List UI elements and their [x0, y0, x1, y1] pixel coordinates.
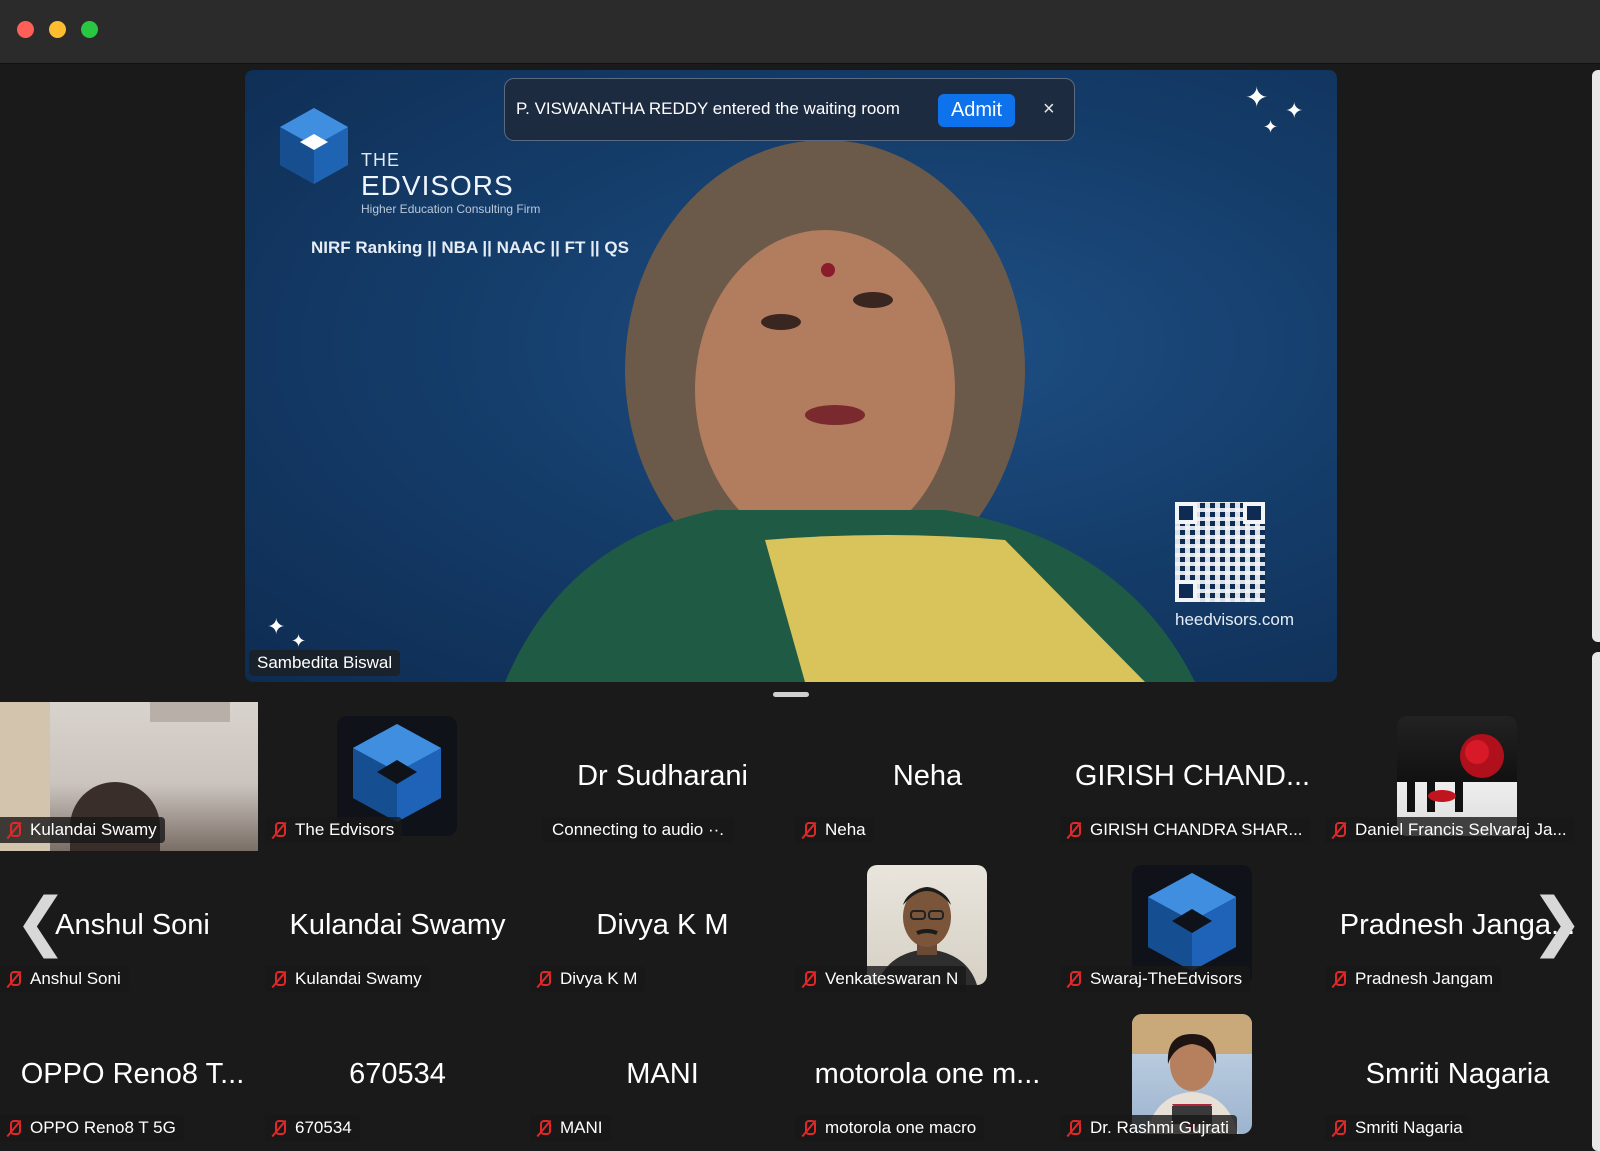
participant-display-name: Dr Sudharani [577, 760, 748, 792]
participant-tile[interactable]: Dr Sudharani Connecting to audio ··. [530, 702, 795, 851]
participant-tile[interactable]: Dr. Rashmi Gujrati [1060, 1000, 1325, 1149]
speaker-name-tag: Sambedita Biswal [249, 650, 401, 676]
participant-name: GIRISH CHANDRA SHAR... [1090, 820, 1303, 839]
participant-name: motorola one macro [825, 1118, 977, 1137]
participant-name-label: Neha [795, 817, 874, 843]
side-panel-edge [1592, 70, 1600, 642]
mic-muted-icon [271, 1119, 287, 1137]
participant-display-name: MANI [626, 1058, 699, 1090]
waiting-room-notification: P. VISWANATHA REDDY entered the waiting … [504, 78, 1075, 141]
participant-gallery: Kulandai Swamy The Edvisors Dr Sudharani… [0, 702, 1590, 1151]
close-icon[interactable]: × [1043, 98, 1055, 121]
active-speaker-video[interactable]: THE EDVISORS Higher Education Consulting… [245, 70, 1337, 682]
participant-name-label: Venkateswaran N [795, 966, 967, 992]
mic-muted-icon [6, 970, 22, 988]
speaker-silhouette [505, 140, 1195, 682]
minimize-window-button[interactable] [49, 21, 66, 38]
participant-display-name: Neha [892, 760, 963, 792]
participant-tile[interactable]: Kulandai Swamy Kulandai Swamy [265, 851, 530, 1000]
website-text: heedvisors.com [1175, 610, 1295, 629]
participant-name: Neha [825, 820, 866, 839]
next-page-icon[interactable]: ❯ [1530, 890, 1584, 954]
participant-name: Anshul Soni [30, 969, 121, 988]
mic-muted-icon [801, 821, 817, 839]
participant-name-label: The Edvisors [265, 817, 403, 843]
participant-tile[interactable]: OPPO Reno8 T... OPPO Reno8 T 5G [0, 1000, 265, 1149]
participant-name-label: motorola one macro [795, 1115, 985, 1141]
close-window-button[interactable] [17, 21, 34, 38]
participant-name: Swaraj-TheEdvisors [1090, 969, 1243, 988]
mic-muted-icon [1066, 1119, 1082, 1137]
participant-display-name: OPPO Reno8 T... [20, 1058, 245, 1090]
participant-tile[interactable]: Smriti Nagaria Smriti Nagaria [1325, 1000, 1590, 1149]
participant-tile[interactable]: MANI MANI [530, 1000, 795, 1149]
participant-name-label: Swaraj-TheEdvisors [1060, 966, 1251, 992]
participant-display-name: Smriti Nagaria [1365, 1058, 1550, 1090]
participant-name-label: 670534 [265, 1115, 360, 1141]
participant-tile[interactable]: Neha Neha [795, 702, 1060, 851]
mic-muted-icon [271, 821, 287, 839]
participant-display-name: Kulandai Swamy [289, 909, 506, 941]
participant-name-label: Pradnesh Jangam [1325, 966, 1501, 992]
participant-tile[interactable]: Daniel Francis Selvaraj Ja... [1325, 702, 1590, 851]
participant-display-name: motorola one m... [814, 1058, 1041, 1090]
mic-muted-icon [6, 821, 22, 839]
participant-name: Pradnesh Jangam [1355, 969, 1493, 988]
participant-tile[interactable]: motorola one m... motorola one macro [795, 1000, 1060, 1149]
participant-name-label: Daniel Francis Selvaraj Ja... [1325, 817, 1575, 843]
participant-tile[interactable]: GIRISH CHAND... GIRISH CHANDRA SHAR... [1060, 702, 1325, 851]
participant-name-label: MANI [530, 1115, 611, 1141]
participant-name-label: Kulandai Swamy [265, 966, 430, 992]
participant-name-label: GIRISH CHANDRA SHAR... [1060, 817, 1311, 843]
participant-name: OPPO Reno8 T 5G [30, 1118, 176, 1137]
participant-name-label: Divya K M [530, 966, 646, 992]
participant-name: 670534 [295, 1118, 352, 1137]
mic-muted-icon [1066, 970, 1082, 988]
participant-display-name: 670534 [349, 1058, 446, 1090]
participant-display-name: GIRISH CHAND... [1074, 760, 1311, 792]
participant-name-label: Anshul Soni [0, 966, 129, 992]
mic-muted-icon [801, 970, 817, 988]
resize-handle[interactable] [773, 692, 809, 697]
participant-name-label: Smriti Nagaria [1325, 1115, 1471, 1141]
window-titlebar [0, 0, 1600, 64]
admit-button[interactable]: Admit [938, 94, 1015, 127]
mic-muted-icon [1331, 821, 1347, 839]
participant-name-label: Dr. Rashmi Gujrati [1060, 1115, 1237, 1141]
previous-page-icon[interactable]: ❮ [14, 890, 68, 954]
participant-name: Dr. Rashmi Gujrati [1090, 1118, 1229, 1137]
mic-muted-icon [1331, 970, 1347, 988]
participant-tile[interactable]: Venkateswaran N [795, 851, 1060, 1000]
mic-muted-icon [6, 1119, 22, 1137]
connecting-audio-status: Connecting to audio ··. [542, 817, 734, 843]
mic-muted-icon [1066, 821, 1082, 839]
mic-muted-icon [536, 1119, 552, 1137]
participant-tile[interactable]: 670534 670534 [265, 1000, 530, 1149]
participant-tile[interactable]: The Edvisors [265, 702, 530, 851]
participant-name: Smriti Nagaria [1355, 1118, 1463, 1137]
participant-tile[interactable]: Divya K M Divya K M [530, 851, 795, 1000]
participant-display-name: Divya K M [596, 909, 729, 941]
participant-tile[interactable]: Kulandai Swamy [0, 702, 265, 851]
participant-name: MANI [560, 1118, 603, 1137]
mic-muted-icon [271, 970, 287, 988]
participant-name-label: OPPO Reno8 T 5G [0, 1115, 184, 1141]
waiting-room-message: P. VISWANATHA REDDY entered the waiting … [516, 99, 900, 118]
participant-name: Kulandai Swamy [295, 969, 422, 988]
mic-muted-icon [536, 970, 552, 988]
qr-code [1175, 502, 1265, 602]
participant-name-label: Kulandai Swamy [0, 817, 165, 843]
side-panel-edge-lower [1592, 652, 1600, 1151]
mic-muted-icon [801, 1119, 817, 1137]
participant-name: Kulandai Swamy [30, 820, 157, 839]
participant-tile[interactable]: Swaraj-TheEdvisors [1060, 851, 1325, 1000]
participant-name: Venkateswaran N [825, 969, 959, 988]
participant-name: Daniel Francis Selvaraj Ja... [1355, 820, 1567, 839]
mic-muted-icon [1331, 1119, 1347, 1137]
participant-name: Divya K M [560, 969, 638, 988]
participant-name: The Edvisors [295, 820, 395, 839]
zoom-window-button[interactable] [81, 21, 98, 38]
